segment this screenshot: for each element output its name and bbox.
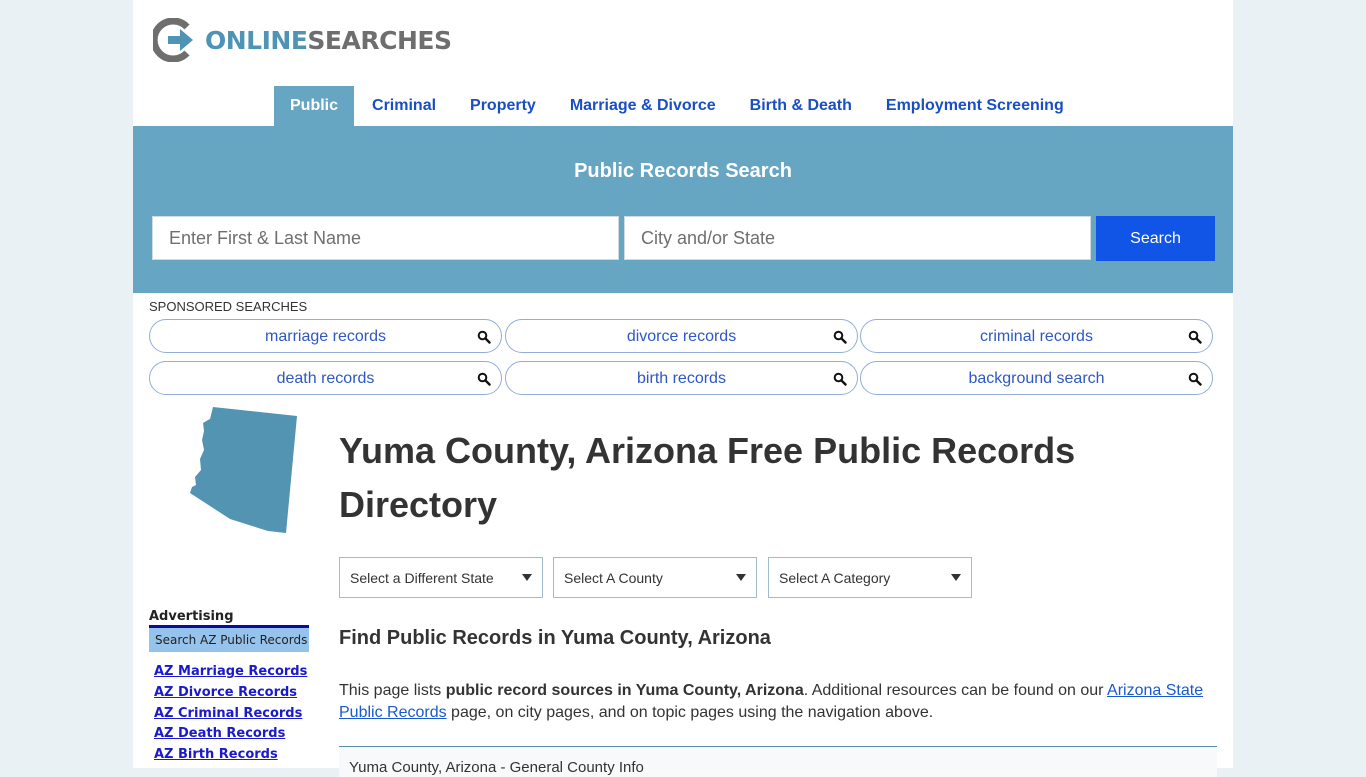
nav-marriage-divorce[interactable]: Marriage & Divorce: [552, 86, 732, 126]
search-az-records-box: Search AZ Public Records: [149, 625, 309, 652]
nav-public[interactable]: Public: [274, 86, 355, 126]
chevron-down-icon: [522, 574, 532, 581]
sponsored-marriage-records[interactable]: marriage records: [149, 319, 502, 353]
nav-birth-death[interactable]: Birth & Death: [732, 86, 868, 126]
select-county-value: Select A County: [564, 570, 663, 586]
sponsored-label: marriage records: [265, 328, 386, 345]
link-az-birth-records[interactable]: AZ Birth Records: [154, 745, 307, 766]
link-az-divorce-records[interactable]: AZ Divorce Records: [154, 683, 307, 704]
search-icon: [1188, 372, 1202, 386]
intro-middle: . Additional resources can be found on o…: [803, 682, 1108, 699]
logo-text-searches: SEARCHES: [307, 25, 452, 55]
sponsored-birth-records[interactable]: birth records: [505, 361, 858, 395]
search-icon: [477, 372, 491, 386]
az-records-links: AZ Marriage Records AZ Divorce Records A…: [154, 662, 307, 766]
search-icon: [833, 372, 847, 386]
search-button[interactable]: Search: [1096, 216, 1215, 261]
chevron-down-icon: [951, 574, 961, 581]
chevron-down-icon: [736, 574, 746, 581]
sponsored-label: death records: [276, 370, 375, 387]
sponsored-criminal-records[interactable]: criminal records: [860, 319, 1213, 353]
sponsored-label: divorce records: [626, 328, 737, 345]
arizona-state-map-icon: [190, 407, 297, 533]
sponsored-label: birth records: [637, 370, 726, 387]
logo-text-online: ONLINE: [205, 25, 308, 55]
search-icon: [833, 330, 847, 344]
nav-employment-screening[interactable]: Employment Screening: [868, 86, 1080, 126]
general-county-info-box: Yuma County, Arizona - General County In…: [339, 746, 1217, 777]
section-subtitle: Find Public Records in Yuma County, Ariz…: [339, 627, 771, 649]
select-category-dropdown[interactable]: Select A Category: [768, 557, 972, 598]
sponsored-divorce-records[interactable]: divorce records: [505, 319, 858, 353]
sponsored-background-search[interactable]: background search: [860, 361, 1213, 395]
link-az-marriage-records[interactable]: AZ Marriage Records: [154, 662, 307, 683]
nav-property[interactable]: Property: [452, 86, 552, 126]
select-category-value: Select A Category: [779, 570, 891, 586]
sponsored-death-records[interactable]: death records: [149, 361, 502, 395]
link-az-death-records[interactable]: AZ Death Records: [154, 724, 307, 745]
hero-title: Public Records Search: [574, 160, 792, 182]
intro-paragraph: This page lists public record sources in…: [339, 680, 1219, 724]
sponsored-label: criminal records: [980, 328, 1093, 345]
advertising-label: Advertising: [149, 609, 234, 624]
intro-suffix: page, on city pages, and on topic pages …: [446, 704, 934, 721]
city-state-input[interactable]: [624, 216, 1091, 260]
site-logo[interactable]: ONLINESEARCHES: [153, 18, 452, 62]
search-hero: Public Records Search Search: [133, 126, 1233, 293]
intro-prefix: This page lists: [339, 682, 446, 699]
select-county-dropdown[interactable]: Select A County: [553, 557, 757, 598]
name-input[interactable]: [152, 216, 619, 260]
intro-bold: public record sources in Yuma County, Ar…: [445, 682, 804, 699]
nav-criminal[interactable]: Criminal: [354, 86, 452, 126]
page-container: ONLINESEARCHES Public Criminal Property …: [133, 0, 1233, 777]
search-icon: [477, 330, 491, 344]
select-state-value: Select a Different State: [350, 570, 494, 586]
sponsored-label: background search: [968, 370, 1105, 387]
select-state-dropdown[interactable]: Select a Different State: [339, 557, 543, 598]
arrow-circle-logo-icon: [153, 18, 193, 62]
link-az-criminal-records[interactable]: AZ Criminal Records: [154, 704, 307, 725]
main-nav: Public Criminal Property Marriage & Divo…: [274, 86, 1080, 126]
search-icon: [1188, 330, 1202, 344]
sponsored-searches-label: SPONSORED SEARCHES: [149, 299, 308, 314]
page-title: Yuma County, Arizona Free Public Records…: [339, 430, 1076, 525]
